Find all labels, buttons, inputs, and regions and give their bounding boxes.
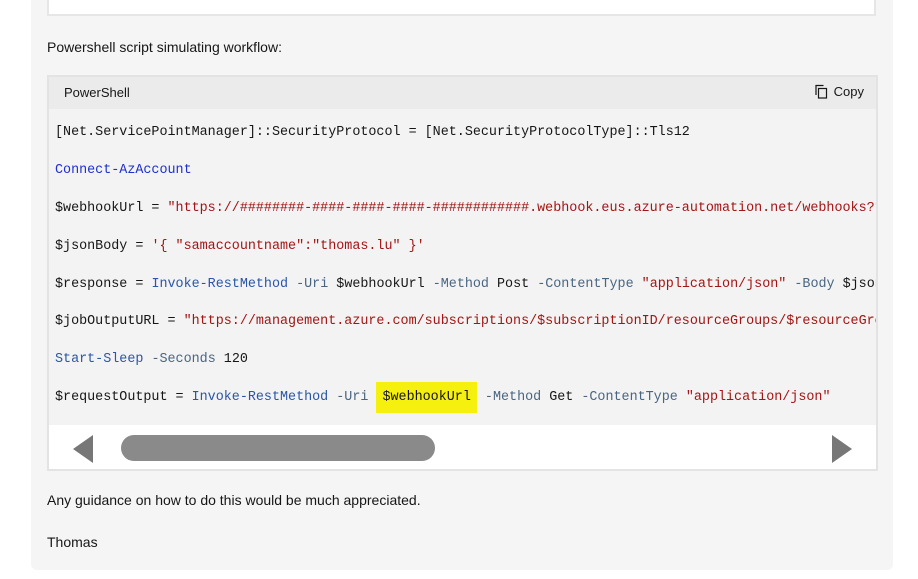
code-line: $requestOutput = Invoke-RestMethod -Uri … bbox=[55, 382, 831, 413]
code-token: 120 bbox=[215, 352, 248, 367]
code-line: $jsonBody = '{ "samaccountname":"thomas.… bbox=[55, 238, 425, 256]
code-line: Start-Sleep -Seconds 120 bbox=[55, 351, 248, 369]
code-header: PowerShell Copy bbox=[49, 77, 876, 109]
code-token: "application/json" bbox=[641, 277, 787, 292]
code-line: [Net.ServicePointManager]::SecurityProto… bbox=[55, 124, 690, 142]
code-line: $webhookUrl = "https://########-####-###… bbox=[55, 200, 876, 218]
code-token: Start-Sleep bbox=[55, 352, 144, 367]
scroll-left-arrow-icon[interactable] bbox=[73, 435, 93, 463]
code-line: $response = Invoke-RestMethod -Uri $webh… bbox=[55, 276, 876, 294]
code-token: $webhookUrl = bbox=[55, 201, 168, 216]
copy-icon bbox=[814, 84, 828, 99]
code-token: -Method bbox=[432, 277, 489, 292]
code-token: [Net.ServicePointManager]::SecurityProto… bbox=[55, 125, 690, 140]
code-token: $jsonBody bbox=[842, 277, 876, 292]
code-token: -Uri bbox=[336, 390, 369, 405]
code-language-label: PowerShell bbox=[64, 85, 130, 100]
intro-text: Powershell script simulating workflow: bbox=[47, 39, 282, 55]
code-token: "https://management.azure.com/subscripti… bbox=[183, 314, 876, 329]
code-token: -Body bbox=[794, 277, 835, 292]
code-token: $jsonBody = bbox=[55, 239, 152, 254]
code-token: -ContentType bbox=[581, 390, 678, 405]
code-token: '{ "samaccountname":"thomas.lu" }' bbox=[151, 239, 425, 254]
signature: Thomas bbox=[47, 534, 98, 550]
code-token: $requestOutput = bbox=[55, 390, 192, 405]
code-token: $jobOutputURL = bbox=[55, 314, 184, 329]
code-token: Post bbox=[488, 277, 538, 292]
code-line: Connect-AzAccount bbox=[55, 162, 192, 180]
code-token: $webhookUrl bbox=[376, 382, 477, 413]
code-token: "application/json" bbox=[685, 390, 831, 405]
code-token: Get bbox=[541, 390, 582, 405]
horizontal-scrollbar[interactable] bbox=[49, 425, 876, 469]
code-token: Invoke-RestMethod bbox=[191, 390, 329, 405]
previous-code-block bbox=[47, 0, 876, 16]
code-token: -Method bbox=[484, 390, 542, 405]
code-token: $response = bbox=[55, 277, 152, 292]
code-content[interactable]: [Net.ServicePointManager]::SecurityProto… bbox=[49, 109, 876, 425]
guidance-text: Any guidance on how to do this would be … bbox=[47, 492, 421, 508]
code-token: -Uri bbox=[296, 277, 329, 292]
code-token: Invoke-RestMethod bbox=[151, 277, 289, 292]
scrollbar-thumb[interactable] bbox=[121, 435, 435, 461]
code-line: $jobOutputURL = "https://management.azur… bbox=[55, 313, 876, 331]
code-token: -Seconds bbox=[151, 352, 216, 367]
code-block: PowerShell Copy [Net.ServicePointManager… bbox=[47, 75, 878, 471]
code-token: $webhookUrl bbox=[328, 277, 433, 292]
code-token: "https://########-####-####-####-#######… bbox=[167, 201, 877, 216]
scroll-right-arrow-icon[interactable] bbox=[832, 435, 852, 463]
copy-button[interactable]: Copy bbox=[814, 84, 864, 99]
code-token: Connect-AzAccount bbox=[55, 163, 192, 178]
copy-label: Copy bbox=[833, 84, 864, 99]
code-token: -ContentType bbox=[537, 277, 634, 292]
